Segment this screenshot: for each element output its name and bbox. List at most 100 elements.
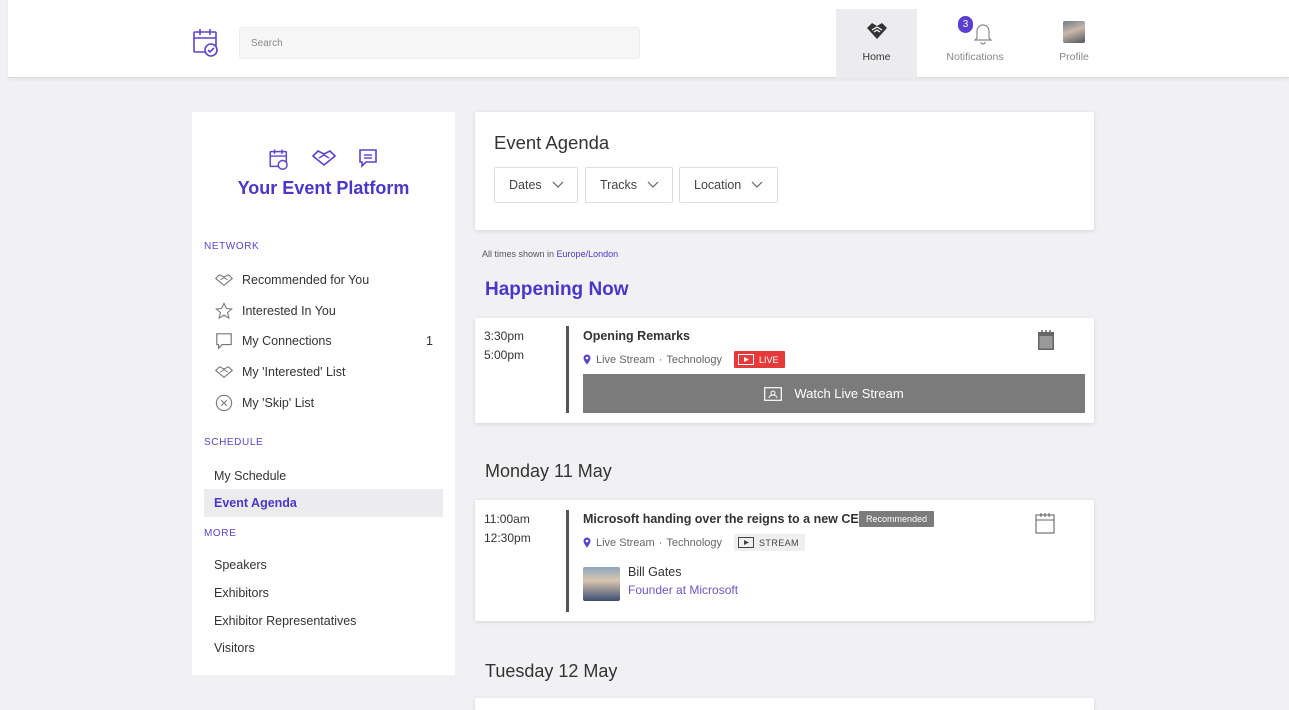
- event-end-time: 5:00pm: [484, 348, 525, 362]
- calendar-check-icon[interactable]: [193, 27, 219, 57]
- sidebar: Your Event Platform NETWORK Recommended …: [192, 112, 455, 675]
- event-title: Microsoft handing over the reigns to a n…: [583, 512, 869, 526]
- sidebar-item-skip-list[interactable]: My 'Skip' List: [204, 390, 443, 416]
- sidebar-item-recommended[interactable]: Recommended for You: [204, 267, 443, 293]
- agenda-header-card: Event Agenda Dates Tracks Location: [475, 112, 1094, 230]
- sidebar-item-label: Speakers: [214, 558, 267, 572]
- handshake-icon: [866, 23, 887, 39]
- sidebar-item-speakers[interactable]: Speakers: [204, 552, 443, 578]
- sidebar-item-event-agenda[interactable]: Event Agenda: [204, 489, 443, 517]
- bell-icon: [973, 24, 993, 45]
- event-card-opening-remarks[interactable]: 3:30pm 5:00pm Opening Remarks Live Strea…: [475, 318, 1094, 423]
- sidebar-item-label: My 'Interested' List: [242, 365, 346, 379]
- brand-icons: [268, 148, 378, 170]
- close-circle-icon: [215, 394, 233, 412]
- nav-profile[interactable]: Profile: [1048, 9, 1100, 78]
- timezone-note-prefix: All times shown in: [482, 249, 555, 259]
- nav-home-label: Home: [862, 51, 891, 63]
- connections-count: 1: [426, 334, 433, 348]
- sidebar-item-interested-in-you[interactable]: Interested In You: [204, 298, 443, 324]
- star-icon: [215, 302, 233, 320]
- event-location: Live Stream: [596, 536, 655, 549]
- chat-icon: [359, 149, 377, 168]
- play-icon: [738, 354, 755, 365]
- handshake-icon: [215, 271, 233, 289]
- section-title-network: NETWORK: [204, 241, 260, 252]
- brand-title: Your Event Platform: [237, 178, 410, 198]
- notification-count-badge: 3: [958, 16, 973, 33]
- sidebar-item-label: Event Agenda: [214, 496, 297, 510]
- chevron-down-icon: [751, 181, 763, 188]
- play-icon: [738, 537, 755, 548]
- speaker-photo[interactable]: [583, 567, 620, 601]
- search-input[interactable]: [240, 28, 639, 58]
- event-time: 11:00am 12:30pm: [484, 510, 531, 548]
- chevron-down-icon: [647, 181, 659, 188]
- stream-badge-label: STREAM: [759, 537, 799, 548]
- event-meta: Live Stream · Technology LIVE: [583, 351, 785, 368]
- speaker-name[interactable]: Bill Gates: [628, 565, 682, 579]
- day-heading-monday: Monday 11 May: [485, 461, 612, 481]
- filter-label: Tracks: [600, 178, 638, 192]
- sidebar-item-exhibitors[interactable]: Exhibitors: [204, 580, 443, 606]
- speaker-role: Founder at Microsoft: [628, 583, 739, 597]
- nav-notifications[interactable]: 3 Notifications: [933, 9, 1017, 78]
- sidebar-item-label: Interested In You: [242, 304, 336, 318]
- event-divider: [566, 326, 569, 413]
- chat-icon: [215, 332, 233, 350]
- sidebar-item-interested-list[interactable]: My 'Interested' List: [204, 359, 443, 385]
- dates-filter-dropdown[interactable]: Dates: [494, 167, 578, 203]
- location-filter-dropdown[interactable]: Location: [679, 167, 778, 203]
- event-meta: Live Stream · Technology STREAM: [583, 534, 805, 551]
- event-start-time: 3:30pm: [484, 329, 525, 343]
- video-screen-icon: [764, 386, 783, 401]
- filter-label: Location: [694, 178, 742, 192]
- sidebar-item-label: My Connections: [242, 334, 332, 348]
- location-pin-icon: [583, 537, 591, 548]
- handshake-icon: [215, 363, 233, 381]
- event-title: Opening Remarks: [583, 329, 690, 343]
- sidebar-item-visitors[interactable]: Visitors: [204, 635, 443, 661]
- section-title-more: MORE: [204, 528, 237, 539]
- calendar-add-icon[interactable]: [1035, 512, 1055, 534]
- search-bar: [239, 27, 640, 59]
- happening-now-heading: Happening Now: [485, 279, 629, 300]
- avatar: [1063, 21, 1085, 43]
- stream-badge: STREAM: [734, 534, 805, 551]
- section-title-schedule: SCHEDULE: [204, 437, 264, 448]
- sidebar-item-my-schedule[interactable]: My Schedule: [204, 463, 443, 489]
- event-card-partial[interactable]: [475, 698, 1094, 710]
- event-location: Live Stream: [596, 353, 655, 366]
- timezone-link[interactable]: Europe/London: [557, 249, 619, 259]
- sidebar-item-label: Visitors: [214, 641, 255, 655]
- event-card-microsoft-ceo[interactable]: 11:00am 12:30pm Microsoft handing over t…: [475, 500, 1094, 621]
- timezone-note: All times shown in Europe/London: [482, 249, 618, 259]
- sidebar-item-label: My 'Skip' List: [242, 396, 315, 410]
- chevron-down-icon: [552, 181, 564, 188]
- event-start-time: 11:00am: [484, 512, 530, 526]
- event-end-time: 12:30pm: [484, 531, 531, 545]
- nav-notifications-label: Notifications: [946, 51, 1004, 63]
- recommended-badge: Recommended: [859, 511, 935, 527]
- calendar-check-icon: [269, 149, 288, 170]
- top-bar: Home 3 Notifications Profile: [8, 0, 1289, 78]
- tracks-filter-dropdown[interactable]: Tracks: [585, 167, 673, 203]
- event-track: Technology: [666, 353, 723, 366]
- sidebar-item-my-connections[interactable]: My Connections 1: [204, 328, 443, 354]
- event-divider: [566, 510, 569, 612]
- sidebar-item-label: Exhibitor Representatives: [214, 614, 357, 628]
- watch-live-stream-label: Watch Live Stream: [794, 386, 904, 401]
- location-pin-icon: [583, 354, 591, 365]
- live-badge-label: LIVE: [759, 354, 779, 365]
- watch-live-stream-button[interactable]: Watch Live Stream: [583, 374, 1085, 413]
- sidebar-item-exhibitor-representatives[interactable]: Exhibitor Representatives: [204, 608, 443, 634]
- calendar-full-icon[interactable]: [1037, 329, 1055, 351]
- event-track: Technology: [666, 536, 723, 549]
- event-time: 3:30pm 5:00pm: [484, 327, 524, 365]
- nav-home[interactable]: Home: [836, 9, 917, 78]
- sidebar-item-label: My Schedule: [214, 469, 287, 483]
- live-badge: LIVE: [734, 351, 785, 368]
- sidebar-item-label: Exhibitors: [214, 586, 269, 600]
- day-heading-tuesday: Tuesday 12 May: [485, 661, 618, 681]
- page-title: Event Agenda: [494, 132, 610, 153]
